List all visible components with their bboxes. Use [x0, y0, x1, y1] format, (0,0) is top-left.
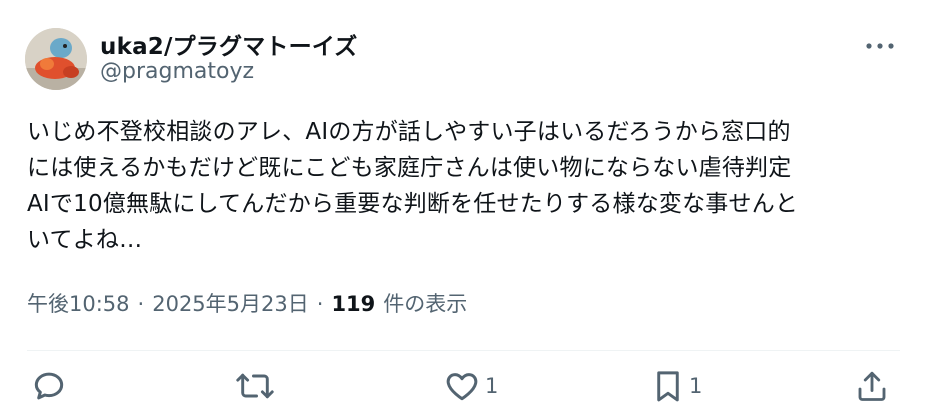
meta-separator: · — [316, 292, 324, 316]
repost-button[interactable] — [235, 366, 275, 406]
repost-icon — [236, 373, 274, 399]
user-handle[interactable]: @pragmatoyz — [100, 59, 254, 84]
reply-icon — [34, 372, 64, 400]
tweet-time[interactable]: 午後10:58 — [27, 288, 130, 318]
bookmark-count: 1 — [689, 374, 703, 398]
bookmark-icon — [657, 371, 679, 402]
divider — [27, 350, 900, 351]
tweet-date[interactable]: 2025年5月23日 — [152, 288, 309, 318]
more-options-button[interactable] — [860, 32, 900, 60]
display-name[interactable]: uka2/プラグマトーイズ — [100, 27, 358, 61]
heart-icon — [446, 373, 478, 401]
views-label[interactable]: 件の表示 — [383, 288, 467, 318]
more-dots-icon — [866, 43, 894, 49]
meta-separator: · — [137, 292, 145, 316]
like-count: 1 — [485, 374, 499, 398]
share-icon — [858, 371, 886, 401]
tweet-meta: 午後10:58 · 2025年5月23日 · 119 件の表示 — [27, 288, 467, 318]
reply-button[interactable] — [30, 366, 68, 406]
avatar-plush-toy-icon — [25, 28, 87, 90]
bookmark-button[interactable]: 1 — [651, 366, 702, 406]
tweet-text: いじめ不登校相談のアレ、AIの方が話しやすい子はいるだろうから窓口的 には使える… — [27, 119, 799, 253]
views-count[interactable]: 119 — [331, 292, 375, 316]
tweet-card: uka2/プラグマトーイズ @pragmatoyz いじめ不登校相談のアレ、AI… — [0, 0, 926, 418]
share-button[interactable] — [854, 366, 890, 406]
avatar[interactable] — [25, 28, 87, 90]
like-button[interactable]: 1 — [443, 366, 498, 406]
